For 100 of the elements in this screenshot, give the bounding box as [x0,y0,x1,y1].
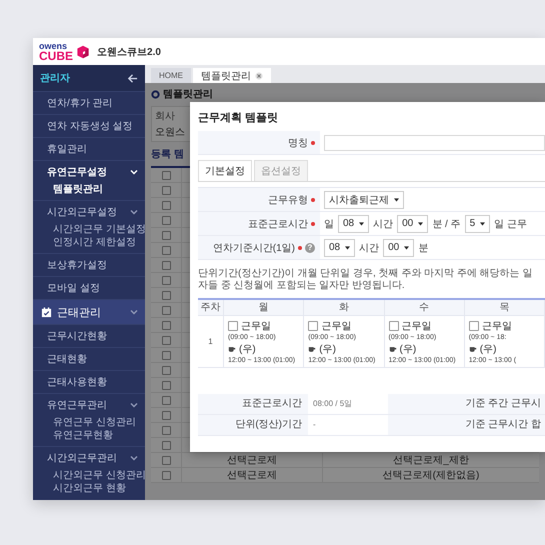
field-label: 근무유형 [268,194,308,206]
tab[interactable]: 기본설정 [198,160,252,181]
required-dot-icon [298,246,302,250]
day-checkbox[interactable] [468,321,479,331]
required-dot-icon [311,198,315,202]
sidebar-item[interactable]: 근태사용현황 [33,371,145,393]
dropdown[interactable]: 00 [383,238,414,256]
sidebar-subitem[interactable]: 인정시간 제한설정 [33,236,136,249]
day-checkbox[interactable] [388,321,398,331]
field-text: 일 근무 [494,218,527,230]
calendar-icon [41,306,52,318]
sidebar-item[interactable]: 시간외근무설정 [33,201,145,223]
day-type: 근무일 [241,320,271,333]
summary-label: 기준 근무시간 합 [388,415,545,436]
chevron-down-icon [130,308,138,316]
row-checkbox[interactable] [162,380,170,390]
sidebar-item[interactable]: 연차/휴가 관리 [33,92,145,114]
row-checkbox[interactable] [162,230,170,240]
row-checkbox[interactable] [162,186,170,194]
dropdown[interactable]: 00 [397,214,428,232]
row-checkbox[interactable] [162,440,170,450]
row-checkbox[interactable] [162,276,170,284]
day-type: 근무일 [321,320,352,333]
field-label: 연차기준시간(1일) [212,242,295,254]
break-label: (우) [480,343,496,356]
row-checkbox[interactable] [162,350,170,360]
sidebar-subitem[interactable]: 시간외근무 신청관리 [33,469,146,482]
cup-icon [308,346,316,352]
day-checkbox[interactable] [308,321,318,331]
page-title: 템플릿관리 [163,88,213,101]
company-select[interactable]: 오원스 [155,125,185,139]
sidebar-subitem[interactable]: 시간외근무 현황 [33,482,126,495]
row-checkbox[interactable] [162,260,170,270]
row-checkbox[interactable] [162,290,170,300]
row-checkbox[interactable] [162,336,170,344]
logo-text: owens [39,42,68,50]
row-checkbox[interactable] [162,366,170,374]
row-checkbox[interactable] [162,470,170,480]
section-title: 등록 템 [151,148,184,161]
sidebar-item[interactable]: 유연근무관리 [33,394,145,416]
day-checkbox[interactable] [228,321,238,331]
sidebar-item[interactable]: 모바일 설정 [33,277,145,299]
column-header: 월 [224,300,304,316]
cup-icon [468,346,477,352]
day-type: 근무일 [402,320,432,333]
back-arrow-icon[interactable] [127,72,138,84]
row-checkbox[interactable] [162,396,170,404]
column-header: 수 [384,300,465,316]
row-checkbox[interactable] [162,320,170,330]
dropdown[interactable]: 08 [338,214,370,232]
row-checkbox[interactable] [162,200,170,210]
dropdown[interactable]: 시차출퇴근제 [324,190,404,208]
sidebar-subitem[interactable]: 템플릿관리 [33,183,103,196]
sidebar-subitem[interactable]: 유연근무 신청관리 [33,416,136,429]
row-checkbox[interactable] [162,216,170,224]
column-header: 목 [464,300,545,316]
week-number: 1 [208,337,213,346]
chevron-down-icon [130,454,138,462]
ring-icon [151,90,160,98]
column-header: 주차 [198,300,224,316]
chevron-down-icon [130,208,138,216]
dropdown[interactable]: 5 [464,214,490,232]
sidebar-item[interactable]: 근태관리 [33,300,145,324]
dropdown[interactable]: 08 [324,238,356,256]
tab[interactable]: 템플릿관리 [193,68,271,83]
row-checkbox[interactable] [162,410,170,420]
caret-icon [359,222,364,226]
table-cell-text: 선택근로제 [227,469,277,482]
app-title: 오웬스큐브2.0 [97,46,161,58]
break-label: (우) [400,343,416,356]
close-icon[interactable] [255,72,263,80]
tab[interactable]: HOME [151,68,191,83]
chevron-down-icon [130,401,138,409]
sidebar-subitem[interactable]: 유연근무현황 [33,429,113,442]
field-text: 시간 [359,242,380,254]
chevron-down-icon [130,168,138,176]
row-checkbox[interactable] [162,426,170,434]
row-checkbox[interactable] [162,456,170,464]
table-cell-text: 선택근로제_제한 [393,454,469,467]
dialog-title: 근무계획 템플릿 [198,111,280,125]
sidebar-item[interactable]: 휴일관리 [33,138,145,160]
row-checkbox[interactable] [162,170,170,180]
cup-icon [388,346,396,352]
field-label: 표준근로시간 [248,218,308,230]
name-input[interactable] [324,134,545,150]
required-dot-icon [311,222,315,226]
sidebar-item[interactable]: 근무시간현황 [33,325,145,347]
row-checkbox[interactable] [162,246,170,254]
caret-icon [418,222,424,226]
row-checkbox[interactable] [162,306,170,314]
caret-icon [480,222,486,226]
sidebar-item[interactable]: 연차 자동생성 설정 [33,115,145,137]
sidebar-item[interactable]: 유연근무설정 [33,161,145,183]
field-text: 시간 [373,218,394,230]
sidebar-item[interactable]: 근태현황 [33,348,145,370]
sidebar-subitem[interactable]: 시간외근무 기본설정 [33,223,146,236]
break-label: (우) [239,343,256,356]
sidebar-item[interactable]: 시간외근무관리 [33,447,145,469]
sidebar-item[interactable]: 보상휴가설정 [33,254,145,276]
field-label: 명칭 [288,136,308,150]
